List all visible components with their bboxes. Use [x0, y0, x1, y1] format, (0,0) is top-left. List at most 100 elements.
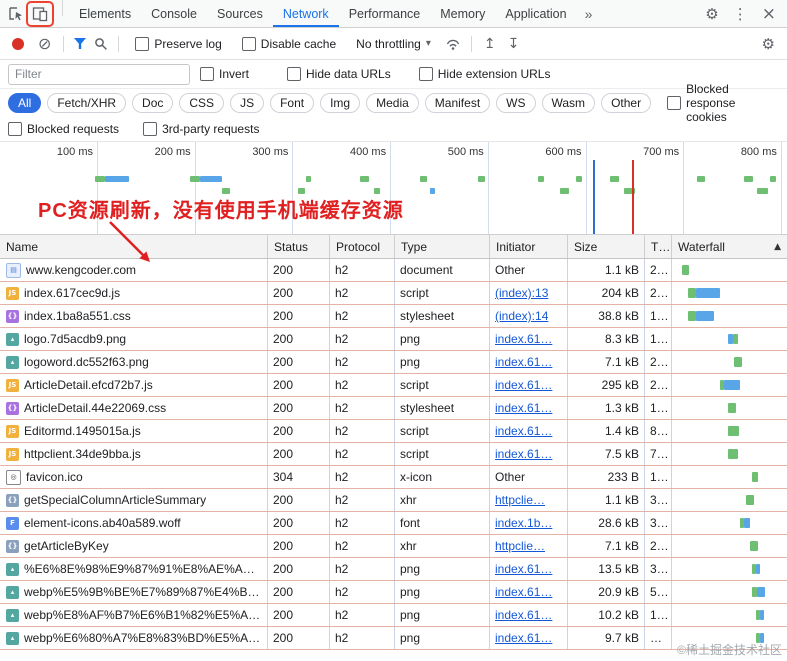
- name-cell[interactable]: JS index.617cec9d.js: [0, 282, 268, 304]
- filter-chip-manifest[interactable]: Manifest: [424, 93, 491, 113]
- column-header-name[interactable]: Name: [0, 235, 268, 258]
- name-cell[interactable]: ▴ webp%E8%AF%B7%E6%B1%82%E5%A…: [0, 604, 268, 626]
- table-row[interactable]: ▴ webp%E6%80%A7%E8%83%BD%E5%A… 200 h2 pn…: [0, 627, 787, 650]
- table-row[interactable]: ◎ favicon.ico 304 h2 x-icon Other 233 B …: [0, 466, 787, 489]
- filter-funnel-icon[interactable]: [70, 33, 90, 55]
- blocked-requests-checkbox[interactable]: Blocked requests: [8, 122, 119, 136]
- network-conditions-icon[interactable]: [441, 33, 465, 55]
- import-har-icon[interactable]: ↥: [484, 36, 496, 52]
- initiator-link[interactable]: httpclie…: [495, 539, 545, 553]
- close-devtools-icon[interactable]: ×: [755, 4, 783, 24]
- tab-performance[interactable]: Performance: [339, 0, 431, 27]
- throttling-select[interactable]: No throttling ▾: [356, 37, 431, 51]
- table-row[interactable]: {} ArticleDetail.44e22069.css 200 h2 sty…: [0, 397, 787, 420]
- invert-checkbox[interactable]: Invert: [200, 67, 249, 81]
- filter-chip-fetch-xhr[interactable]: Fetch/XHR: [47, 93, 127, 113]
- table-row[interactable]: ▴ webp%E8%AF%B7%E6%B1%82%E5%A… 200 h2 pn…: [0, 604, 787, 627]
- column-header-status[interactable]: Status: [268, 235, 330, 258]
- tab-memory[interactable]: Memory: [430, 0, 495, 27]
- name-cell[interactable]: ▴ %E6%8E%98%E9%87%91%E8%AE%AE%BF…: [0, 558, 268, 580]
- hide-data-urls-checkbox[interactable]: Hide data URLs: [287, 67, 391, 81]
- table-row[interactable]: ▴ logo.7d5acdb9.png 200 h2 png index.61……: [0, 328, 787, 351]
- name-cell[interactable]: {} getSpecialColumnArticleSummary: [0, 489, 268, 511]
- initiator-link[interactable]: index.1b…: [495, 516, 552, 530]
- name-cell[interactable]: ▴ webp%E6%80%A7%E8%83%BD%E5%A…: [0, 627, 268, 649]
- table-row[interactable]: F element-icons.ab40a589.woff 200 h2 fon…: [0, 512, 787, 535]
- tab-sources[interactable]: Sources: [207, 0, 273, 27]
- tab-console[interactable]: Console: [141, 0, 207, 27]
- table-row[interactable]: ▤ www.kengcoder.com 200 h2 document Othe…: [0, 259, 787, 282]
- tab-application[interactable]: Application: [495, 0, 576, 27]
- clear-network-log-icon[interactable]: ⊘: [38, 34, 51, 53]
- initiator-link[interactable]: index.61…: [495, 424, 552, 438]
- inspect-element-icon[interactable]: [4, 3, 28, 25]
- network-settings-gear-icon[interactable]: ⚙: [762, 35, 779, 53]
- name-cell[interactable]: ▴ logoword.dc552f63.png: [0, 351, 268, 373]
- filter-chip-all[interactable]: All: [8, 93, 42, 113]
- table-row[interactable]: JS Editormd.1495015a.js 200 h2 script in…: [0, 420, 787, 443]
- table-row[interactable]: {} index.1ba8a551.css 200 h2 stylesheet …: [0, 305, 787, 328]
- initiator-link[interactable]: index.61…: [495, 585, 552, 599]
- filter-chip-img[interactable]: Img: [320, 93, 361, 113]
- filter-chip-other[interactable]: Other: [601, 93, 652, 113]
- third-party-requests-checkbox[interactable]: 3rd-party requests: [143, 122, 259, 136]
- more-tabs-button[interactable]: »: [577, 0, 601, 27]
- filter-chip-js[interactable]: JS: [230, 93, 265, 113]
- table-row[interactable]: ▴ webp%E5%9B%BE%E7%89%87%E4%BC… 200 h2 p…: [0, 581, 787, 604]
- column-header-type[interactable]: Type: [395, 235, 490, 258]
- column-header-size[interactable]: Size: [568, 235, 645, 258]
- initiator-link[interactable]: index.61…: [495, 631, 552, 645]
- initiator-link[interactable]: index.61…: [495, 401, 552, 415]
- name-cell[interactable]: JS Editormd.1495015a.js: [0, 420, 268, 442]
- hide-extension-urls-checkbox[interactable]: Hide extension URLs: [418, 67, 550, 81]
- initiator-link[interactable]: index.61…: [495, 447, 552, 461]
- column-header-waterfall[interactable]: Waterfall ▲: [672, 235, 787, 258]
- table-row[interactable]: JS httpclient.34de9bba.js 200 h2 script …: [0, 443, 787, 466]
- blocked-response-cookies-checkbox[interactable]: Blocked response cookies: [667, 82, 769, 124]
- export-har-icon[interactable]: ↧: [508, 36, 520, 52]
- filter-chip-ws[interactable]: WS: [496, 93, 536, 113]
- initiator-link[interactable]: (index):14: [495, 309, 548, 323]
- toggle-device-toolbar-icon[interactable]: [26, 0, 54, 27]
- name-cell[interactable]: ▴ logo.7d5acdb9.png: [0, 328, 268, 350]
- name-cell[interactable]: JS httpclient.34de9bba.js: [0, 443, 268, 465]
- column-header-protocol[interactable]: Protocol: [330, 235, 395, 258]
- filter-chip-doc[interactable]: Doc: [132, 93, 174, 113]
- column-header-initiator[interactable]: Initiator: [490, 235, 568, 258]
- disable-cache-checkbox[interactable]: Disable cache: [241, 36, 336, 51]
- table-row[interactable]: JS ArticleDetail.efcd72b7.js 200 h2 scri…: [0, 374, 787, 397]
- record-network-log-icon[interactable]: [12, 37, 24, 50]
- initiator-link[interactable]: index.61…: [495, 355, 552, 369]
- filter-input[interactable]: [8, 63, 190, 85]
- tab-network[interactable]: Network: [273, 0, 339, 27]
- name-cell[interactable]: ◎ favicon.ico: [0, 466, 268, 488]
- name-cell[interactable]: F element-icons.ab40a589.woff: [0, 512, 268, 534]
- filter-chip-font[interactable]: Font: [270, 93, 315, 113]
- table-row[interactable]: JS index.617cec9d.js 200 h2 script (inde…: [0, 282, 787, 305]
- name-cell[interactable]: JS ArticleDetail.efcd72b7.js: [0, 374, 268, 396]
- initiator-link[interactable]: index.61…: [495, 332, 552, 346]
- initiator-link[interactable]: httpclie…: [495, 493, 545, 507]
- tab-elements[interactable]: Elements: [69, 0, 141, 27]
- table-row[interactable]: ▴ logoword.dc552f63.png 200 h2 png index…: [0, 351, 787, 374]
- initiator-link[interactable]: index.61…: [495, 378, 552, 392]
- initiator-link[interactable]: index.61…: [495, 562, 552, 576]
- filter-chip-wasm[interactable]: Wasm: [541, 93, 596, 113]
- initiator-link[interactable]: index.61…: [495, 608, 552, 622]
- name-cell[interactable]: ▤ www.kengcoder.com: [0, 259, 268, 281]
- name-cell[interactable]: {} getArticleByKey: [0, 535, 268, 557]
- filter-chip-media[interactable]: Media: [366, 93, 419, 113]
- kebab-menu-icon[interactable]: ⋮: [726, 5, 755, 23]
- initiator-link[interactable]: (index):13: [495, 286, 548, 300]
- preserve-log-checkbox[interactable]: Preserve log: [135, 36, 222, 51]
- table-row[interactable]: {} getArticleByKey 200 h2 xhr httpclie… …: [0, 535, 787, 558]
- filter-chip-css[interactable]: CSS: [179, 93, 225, 113]
- name-cell[interactable]: {} index.1ba8a551.css: [0, 305, 268, 327]
- table-row[interactable]: ▴ %E6%8E%98%E9%87%91%E8%AE%AE%BF… 200 h2…: [0, 558, 787, 581]
- search-icon[interactable]: [90, 33, 112, 55]
- column-header-t-[interactable]: T…: [645, 235, 672, 258]
- name-cell[interactable]: {} ArticleDetail.44e22069.css: [0, 397, 268, 419]
- name-cell[interactable]: ▴ webp%E5%9B%BE%E7%89%87%E4%BC…: [0, 581, 268, 603]
- table-row[interactable]: {} getSpecialColumnArticleSummary 200 h2…: [0, 489, 787, 512]
- settings-gear-icon[interactable]: ⚙: [698, 5, 725, 23]
